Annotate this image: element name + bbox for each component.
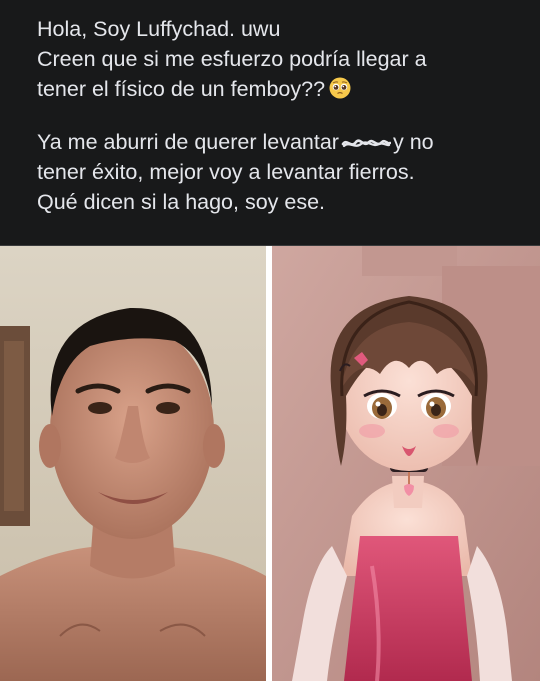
anime-illustration[interactable] (272, 246, 540, 681)
post-card: Hola, Soy Luffychad. uwu Creen que si me… (0, 0, 540, 681)
post-line-with-scribble: Ya me aburri de querer levantar y no (37, 127, 507, 157)
post-line: tener éxito, mejor voy a levantar fierro… (37, 160, 415, 184)
man-photo-drawing (0, 246, 266, 681)
post-line-text: tener el físico de un femboy?? (37, 77, 326, 101)
post-line-text: y no (392, 130, 434, 154)
post-line: Creen que si me esfuerzo podría llegar a (37, 47, 427, 71)
post-line-with-emoji: tener el físico de un femboy?? (37, 74, 507, 104)
post-text: Hola, Soy Luffychad. uwu Creen que si me… (37, 14, 507, 217)
scribble-censor-mark (341, 139, 391, 148)
anime-illustration-drawing (272, 246, 540, 681)
post-line: Hola, Soy Luffychad. uwu (37, 17, 281, 41)
pleading-face-icon (329, 77, 351, 99)
post-line-text: Ya me aburri de querer levantar (37, 130, 339, 154)
post-line: Qué dicen si la hago, soy ese. (37, 190, 326, 214)
man-photo[interactable] (0, 246, 266, 681)
image-pair[interactable] (0, 246, 540, 681)
